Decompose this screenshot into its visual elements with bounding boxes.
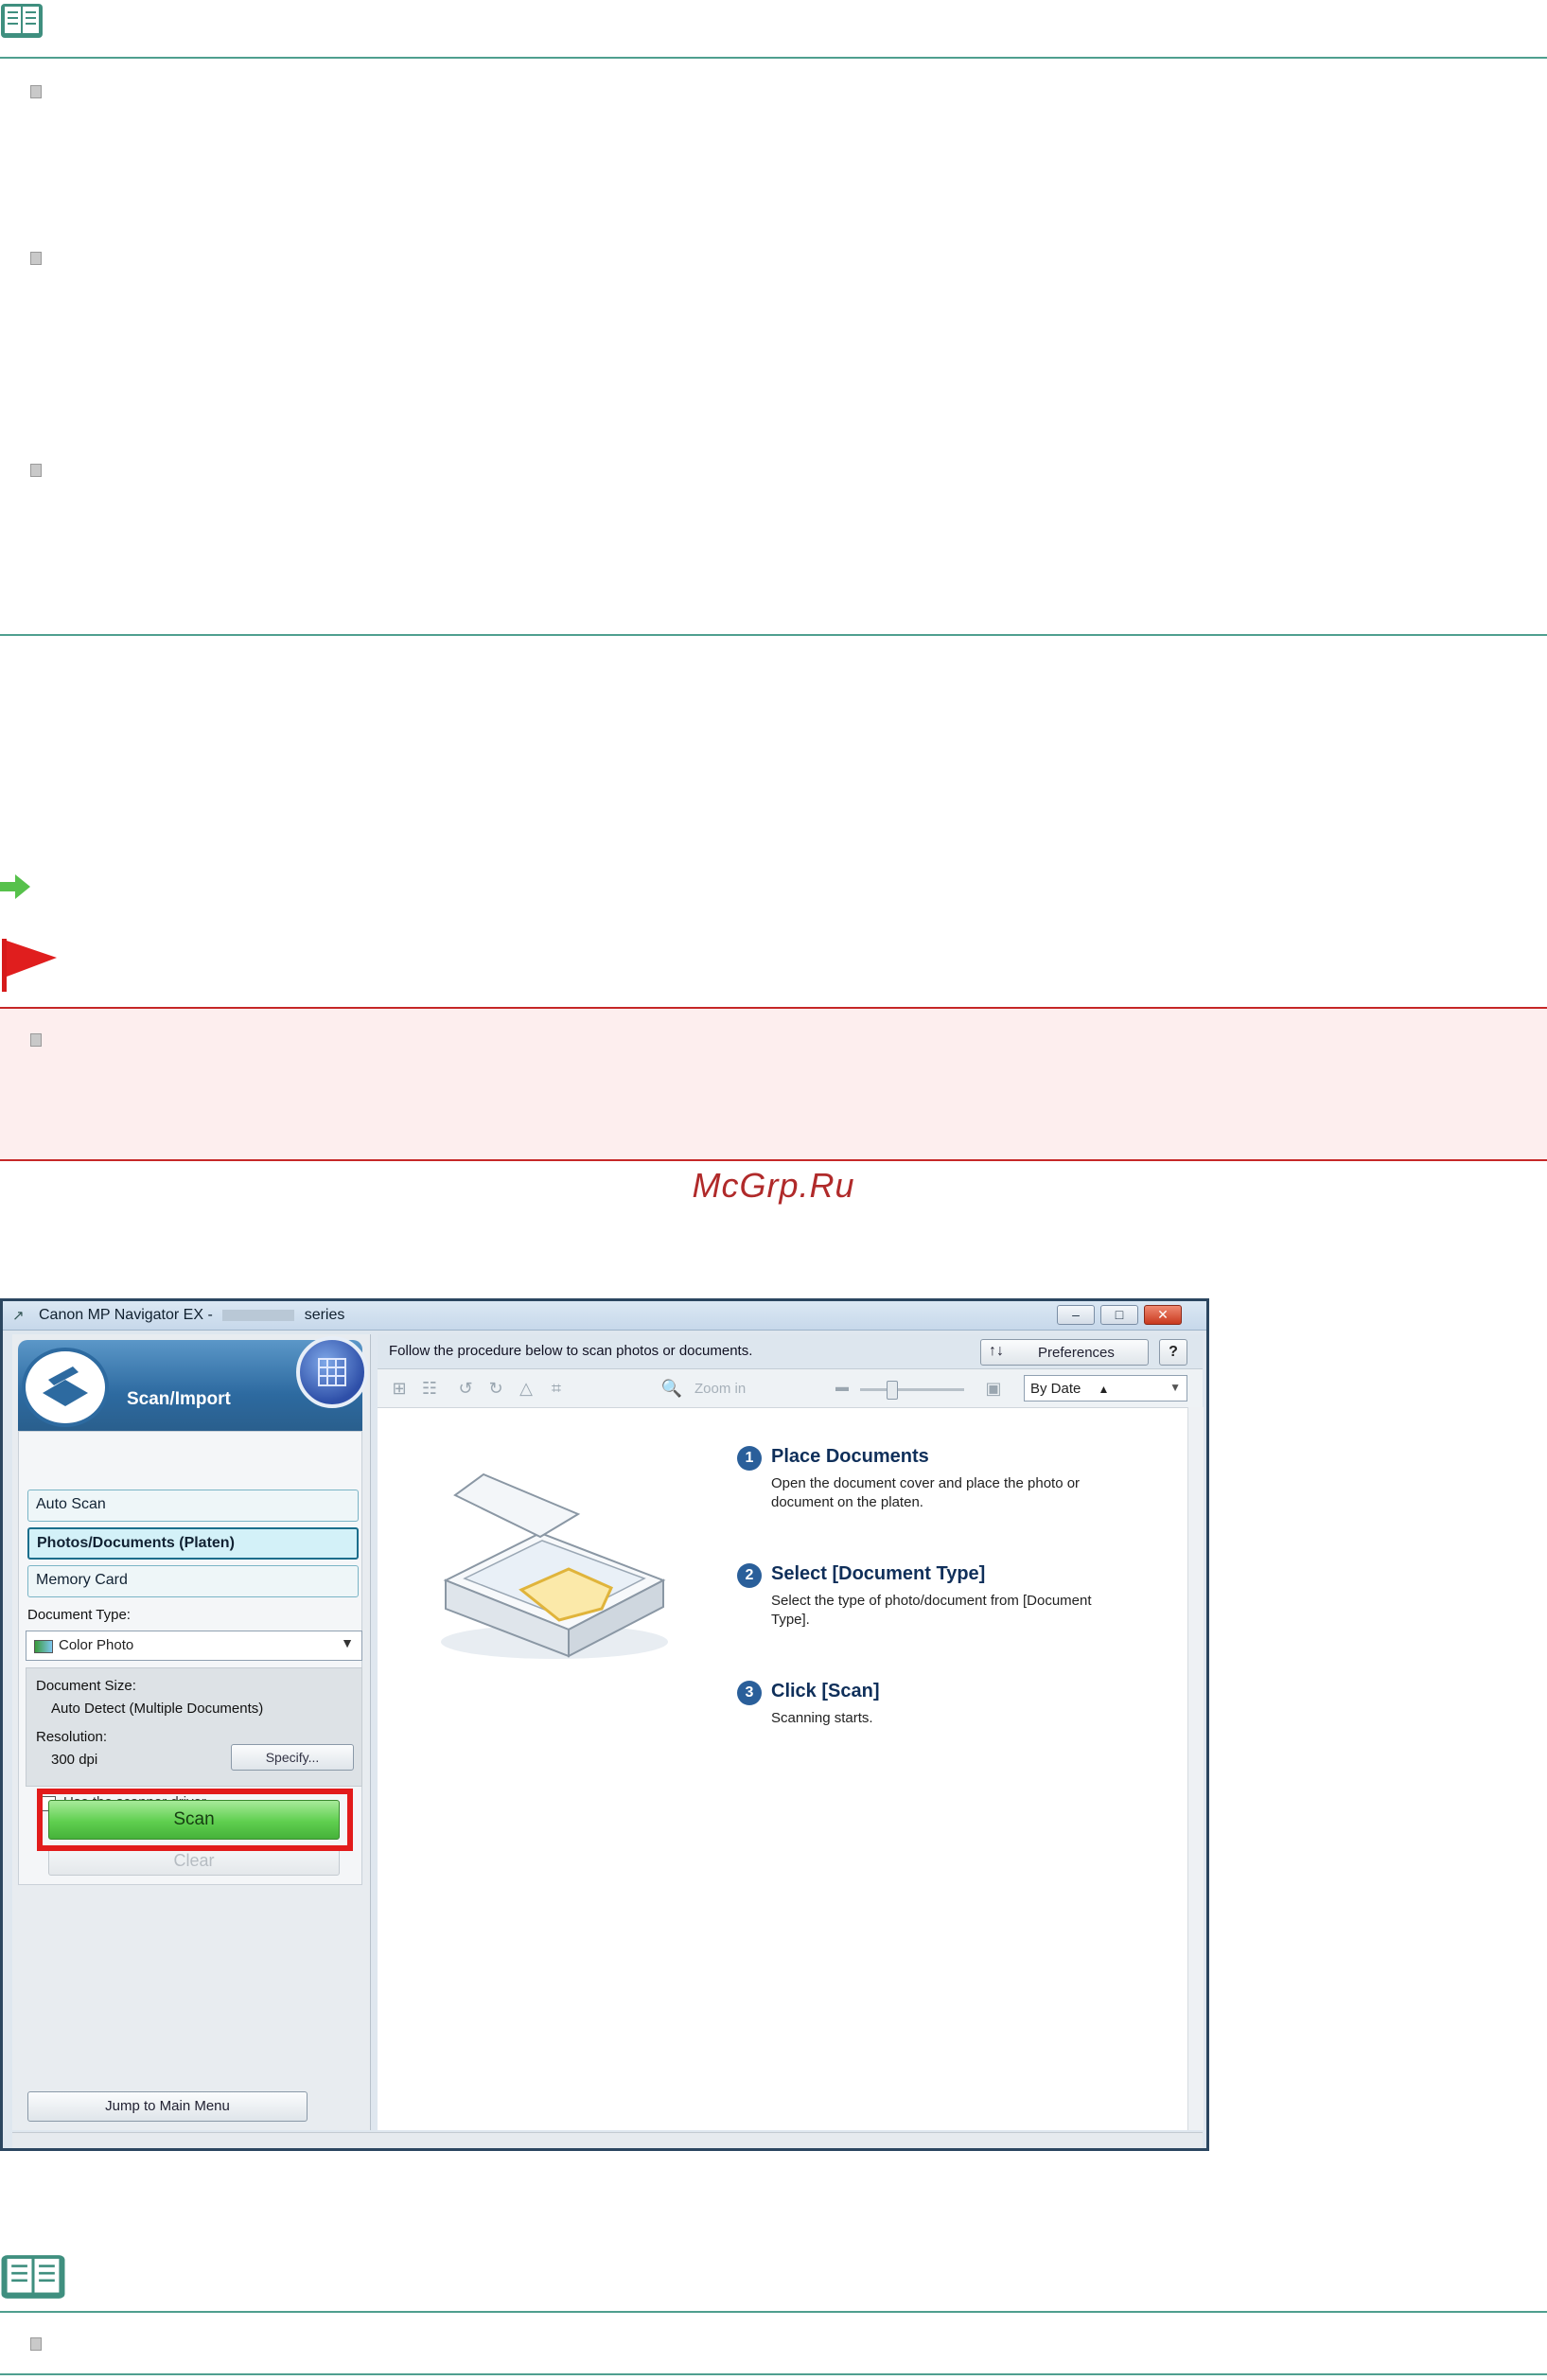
document-type-select[interactable]: Color Photo ▼ [26, 1631, 362, 1661]
step-2-description: Select the type of photo/document from [… [771, 1593, 1092, 1628]
document-type-label: Document Type: [27, 1607, 131, 1623]
rotate-right-icon[interactable]: ↻ [483, 1379, 508, 1400]
step-3-description: Scanning starts. [771, 1710, 873, 1726]
close-button[interactable]: ✕ [1144, 1305, 1182, 1325]
globe-icon[interactable] [296, 1336, 368, 1408]
note-bullet [30, 464, 42, 477]
note-book-icon [0, 0, 44, 42]
slider-thumb[interactable] [887, 1381, 898, 1400]
step-2-title: Select [Document Type] [771, 1563, 986, 1584]
step-1-number: 1 [737, 1446, 762, 1471]
caution-bullet [30, 1033, 42, 1047]
caution-flag-icon [0, 937, 61, 998]
watermark-text: McGrp.Ru [692, 1166, 855, 1205]
thumbnail-small-icon[interactable]: ▬ [830, 1379, 854, 1400]
preferences-icon: ↑↓ [989, 1343, 1004, 1359]
chevron-down-icon: ▼ [341, 1635, 354, 1650]
jump-to-main-menu-button[interactable]: Jump to Main Menu [27, 2091, 308, 2122]
thumbnail-size-slider[interactable] [860, 1388, 964, 1391]
scanner-icon [22, 1348, 109, 1427]
menu-auto-scan[interactable]: Auto Scan [27, 1490, 359, 1522]
grid-icon[interactable]: ☷ [417, 1379, 442, 1400]
status-bar [12, 2132, 1203, 2148]
note-book-icon [0, 2250, 66, 2303]
preferences-label: Preferences [1038, 1345, 1115, 1361]
app-window: ↗ Canon MP Navigator EX - series ‒ □ ✕ S… [0, 1298, 1209, 2151]
help-button[interactable]: ? [1159, 1339, 1187, 1366]
rotate-left-icon[interactable]: ↺ [453, 1379, 478, 1400]
document-size-value: Auto Detect (Multiple Documents) [51, 1701, 264, 1717]
minimize-button[interactable]: ‒ [1057, 1305, 1095, 1325]
note-bullet [30, 85, 42, 98]
step-3-title: Click [Scan] [771, 1681, 880, 1701]
maximize-button[interactable]: □ [1100, 1305, 1138, 1325]
note-top-rule [0, 57, 1547, 59]
step-1-description: Open the document cover and place the ph… [771, 1475, 1081, 1510]
scan-button-highlight [37, 1789, 353, 1851]
sort-value: By Date [1030, 1381, 1081, 1397]
chevron-down-icon: ▼ [1169, 1381, 1181, 1394]
crop-icon[interactable]: ⌗ [544, 1379, 569, 1400]
scan-details: Document Size: Auto Detect (Multiple Doc… [26, 1667, 362, 1787]
color-photo-icon [34, 1640, 53, 1653]
note-bottom-rule [0, 634, 1547, 636]
thumbnail-large-icon[interactable]: ▣ [981, 1379, 1006, 1400]
bottom-note-top-rule [0, 2311, 1547, 2313]
step-3-number: 3 [737, 1681, 762, 1705]
menu-memory-card[interactable]: Memory Card [27, 1565, 359, 1597]
zoom-label: Zoom in [694, 1381, 747, 1397]
bottom-note-bottom-rule [0, 2373, 1547, 2375]
resolution-label: Resolution: [36, 1729, 108, 1745]
window-title: Canon MP Navigator EX - series [39, 1307, 345, 1323]
title-bar: ↗ Canon MP Navigator EX - series ‒ □ ✕ [3, 1301, 1206, 1331]
app-icon: ↗ [12, 1308, 25, 1324]
menu-photos-documents[interactable]: Photos/Documents (Platen) [27, 1527, 359, 1560]
step-2-number: 2 [737, 1563, 762, 1588]
document-size-label: Document Size: [36, 1678, 136, 1694]
note-bullet [30, 252, 42, 265]
left-panel: Scan/Import Auto Scan Photos/Documents (… [12, 1334, 371, 2130]
instruction-text: Follow the procedure below to scan photo… [389, 1343, 753, 1359]
mirror-icon[interactable]: △ [514, 1379, 538, 1400]
instruction-bar: Follow the procedure below to scan photo… [378, 1334, 1203, 1369]
reference-arrow-icon [0, 873, 32, 906]
sort-ascending-icon: ▲ [1098, 1383, 1110, 1396]
document-type-value: Color Photo [59, 1637, 134, 1653]
scanner-illustration [427, 1467, 682, 1670]
resolution-value: 300 dpi [51, 1752, 98, 1768]
step-1-title: Place Documents [771, 1446, 929, 1467]
vertical-scrollbar[interactable] [1187, 1407, 1204, 2130]
note-bullet [30, 2337, 42, 2351]
image-toolbar: ⊞ ☷ ↺ ↻ △ ⌗ 🔍 Zoom in ▬ ▣ By Date ▲ ▼ [378, 1369, 1203, 1408]
caution-box [0, 1007, 1547, 1161]
right-panel: Follow the procedure below to scan photo… [378, 1334, 1204, 2130]
scan-import-title: Scan/Import [127, 1389, 231, 1409]
select-all-icon[interactable]: ⊞ [387, 1379, 412, 1400]
preferences-button[interactable]: ↑↓ Preferences [980, 1339, 1149, 1366]
sort-select[interactable]: By Date ▲ ▼ [1024, 1375, 1187, 1402]
zoom-icon[interactable]: 🔍 [659, 1379, 684, 1400]
specify-button[interactable]: Specify... [231, 1744, 354, 1771]
